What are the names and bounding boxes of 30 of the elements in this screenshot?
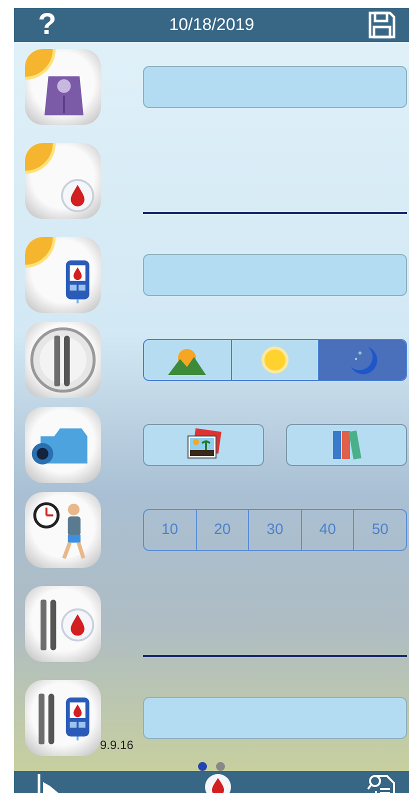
minutes-option[interactable]: 20 bbox=[196, 510, 248, 550]
minutes-option[interactable]: 30 bbox=[248, 510, 301, 550]
camera-icon[interactable] bbox=[25, 406, 101, 482]
cutlery-glucose-meter-icon[interactable] bbox=[25, 680, 101, 756]
sun-scale-icon[interactable] bbox=[25, 48, 101, 124]
minutes-option[interactable]: 40 bbox=[300, 510, 354, 550]
page-dot[interactable] bbox=[216, 762, 225, 771]
binders-button[interactable] bbox=[286, 424, 407, 466]
input-field[interactable] bbox=[143, 696, 407, 738]
date-title: 10/18/2019 bbox=[169, 15, 254, 35]
input-line[interactable] bbox=[143, 655, 407, 657]
version-label: 9.9.16 bbox=[100, 738, 134, 752]
help-button[interactable]: ? bbox=[38, 8, 56, 42]
photo-gallery-button[interactable] bbox=[143, 424, 264, 466]
input-field[interactable] bbox=[143, 66, 407, 108]
time-of-day-segment[interactable] bbox=[144, 340, 231, 380]
time-of-day-segment[interactable] bbox=[230, 340, 318, 380]
minutes-option[interactable]: 10 bbox=[144, 510, 196, 550]
sun-blood-drop-icon[interactable] bbox=[25, 142, 101, 218]
sun-glucose-meter-icon[interactable] bbox=[25, 236, 101, 312]
cutlery-blood-drop-icon[interactable] bbox=[25, 586, 101, 662]
save-icon[interactable] bbox=[366, 10, 397, 40]
input-field[interactable] bbox=[143, 254, 407, 296]
input-line[interactable] bbox=[143, 212, 407, 214]
sun-icon bbox=[260, 344, 290, 374]
plate-cutlery-icon[interactable] bbox=[25, 322, 101, 398]
minutes-option[interactable]: 50 bbox=[353, 510, 406, 550]
blood-drop-icon[interactable] bbox=[202, 772, 232, 793]
page-dot[interactable] bbox=[198, 762, 207, 771]
clock-walker-icon[interactable] bbox=[25, 492, 101, 568]
